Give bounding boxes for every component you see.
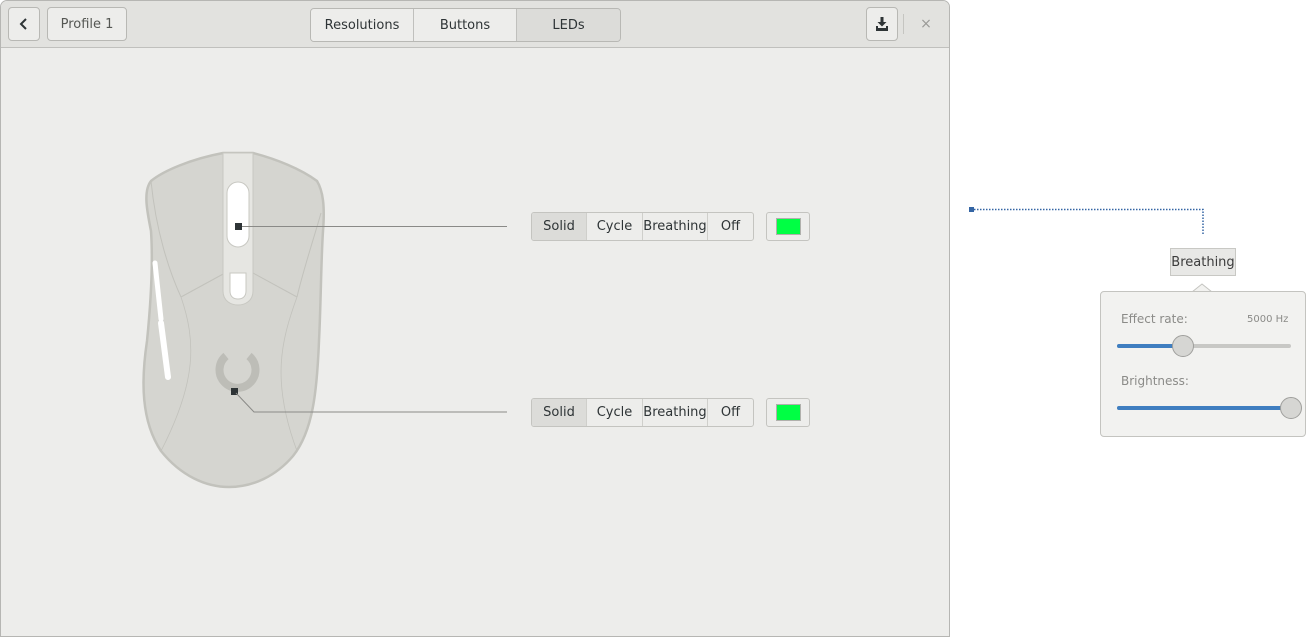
mode-cycle[interactable]: Cycle: [587, 213, 643, 240]
download-save-icon: [876, 17, 888, 31]
breathing-settings-popover: Effect rate: 5000 Hz Brightness:: [1100, 291, 1306, 437]
mode-off[interactable]: Off: [708, 213, 753, 240]
save-button[interactable]: [866, 7, 898, 41]
annotation-connector: [969, 207, 1204, 234]
slider-knob[interactable]: [1280, 397, 1302, 419]
mode-off[interactable]: Off: [708, 399, 753, 426]
header-separator: [903, 14, 904, 34]
scroll-wheel: [226, 181, 250, 248]
effect-rate-label: Effect rate:: [1121, 312, 1188, 326]
close-button[interactable]: ×: [915, 13, 937, 35]
color-swatch: [775, 404, 801, 421]
headerbar: Profile 1 Resolutions Buttons LEDs ×: [1, 1, 949, 48]
annotation-anchor: [969, 207, 974, 212]
mode-cycle[interactable]: Cycle: [587, 399, 643, 426]
led-color-button-bottom[interactable]: [766, 398, 810, 427]
tab-leds[interactable]: LEDs: [517, 9, 620, 41]
back-button[interactable]: [8, 7, 40, 41]
stack-switcher: Resolutions Buttons LEDs: [310, 8, 621, 42]
mode-breathing[interactable]: Breathing: [643, 399, 708, 426]
piper-window: Profile 1 Resolutions Buttons LEDs × Sol…: [0, 0, 950, 637]
slider-knob[interactable]: [1172, 335, 1195, 357]
effect-rate-value: 5000 Hz: [1247, 314, 1289, 325]
effect-rate-slider[interactable]: [1117, 335, 1291, 357]
close-icon: ×: [920, 16, 932, 32]
mode-breathing[interactable]: Breathing: [643, 213, 708, 240]
led-marker-top: [235, 223, 242, 230]
brightness-slider[interactable]: [1117, 397, 1302, 419]
color-swatch: [775, 218, 801, 235]
slider-fill: [1117, 406, 1291, 410]
led-mode-group-bottom: Solid Cycle Breathing Off: [531, 398, 754, 427]
tab-buttons[interactable]: Buttons: [414, 9, 517, 41]
breathing-mode-label[interactable]: Breathing: [1170, 248, 1236, 276]
brightness-label: Brightness:: [1121, 374, 1189, 388]
led-color-button-top[interactable]: [766, 212, 810, 241]
led-mode-group-top: Solid Cycle Breathing Off: [531, 212, 754, 241]
dpi-button: [229, 272, 247, 300]
mouse-illustration: [142, 151, 507, 489]
mode-solid[interactable]: Solid: [532, 213, 587, 240]
mode-solid[interactable]: Solid: [532, 399, 587, 426]
profile-button[interactable]: Profile 1: [47, 7, 127, 41]
tab-resolutions[interactable]: Resolutions: [311, 9, 414, 41]
chevron-left-icon: [19, 18, 27, 30]
